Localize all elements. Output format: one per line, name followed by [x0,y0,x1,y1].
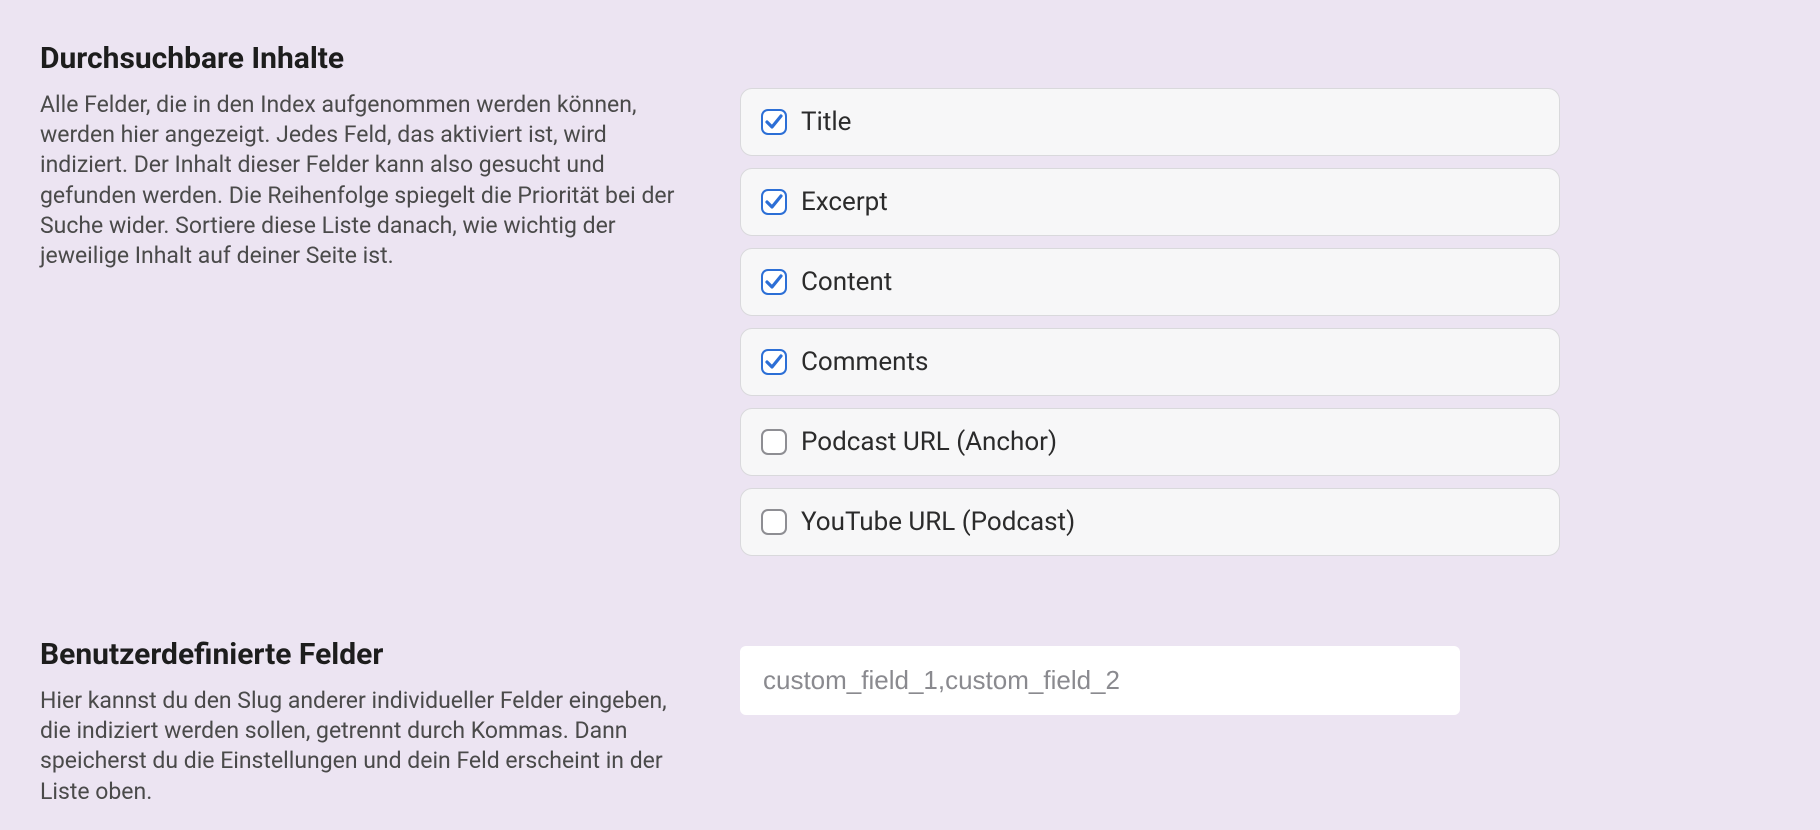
searchable-item-excerpt[interactable]: Excerpt [740,168,1560,236]
checkbox-title[interactable] [761,109,787,135]
section-description-searchable: Alle Felder, die in den Index aufgenomme… [40,90,680,272]
check-icon [764,272,784,292]
searchable-item-label: Title [801,107,851,137]
check-icon [764,352,784,372]
custom-fields-input[interactable] [740,646,1460,715]
searchable-item-podcast-url[interactable]: Podcast URL (Anchor) [740,408,1560,476]
searchable-items-list: Title Excerpt Content [740,40,1560,556]
searchable-item-label: Comments [801,347,928,377]
section-searchable-contents: Durchsuchbare Inhalte Alle Felder, die i… [40,40,1780,556]
searchable-item-label: Content [801,267,892,297]
searchable-item-label: Excerpt [801,187,888,217]
section-title-custom: Benutzerdefinierte Felder [40,636,680,674]
check-icon [764,112,784,132]
searchable-item-title[interactable]: Title [740,88,1560,156]
checkbox-podcast-url[interactable] [761,429,787,455]
searchable-item-label: Podcast URL (Anchor) [801,427,1057,457]
section-title-searchable: Durchsuchbare Inhalte [40,40,680,78]
checkbox-content[interactable] [761,269,787,295]
checkbox-comments[interactable] [761,349,787,375]
searchable-item-comments[interactable]: Comments [740,328,1560,396]
checkbox-excerpt[interactable] [761,189,787,215]
searchable-item-content[interactable]: Content [740,248,1560,316]
searchable-item-youtube-url[interactable]: YouTube URL (Podcast) [740,488,1560,556]
checkbox-youtube-url[interactable] [761,509,787,535]
check-icon [764,192,784,212]
section-custom-fields: Benutzerdefinierte Felder Hier kannst du… [40,636,1780,807]
section-description-custom: Hier kannst du den Slug anderer individu… [40,686,680,807]
searchable-item-label: YouTube URL (Podcast) [801,507,1075,537]
